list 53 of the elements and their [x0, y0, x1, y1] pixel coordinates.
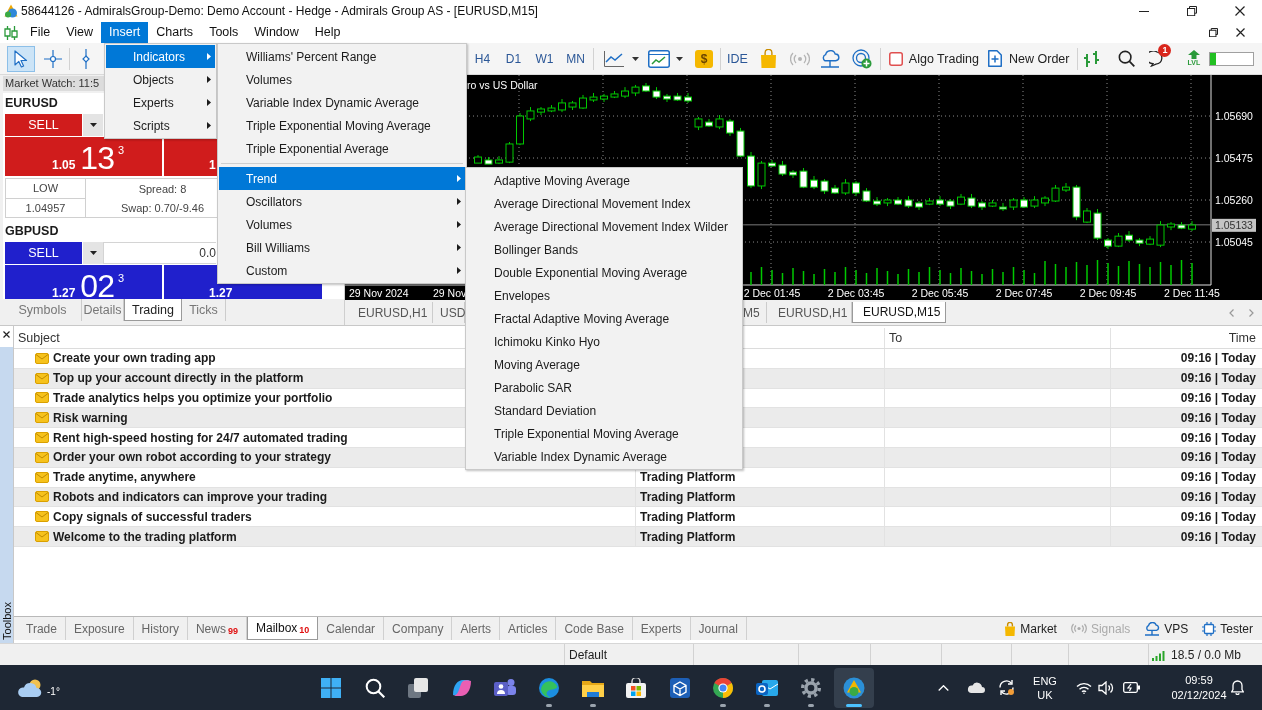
column-header: Time [1227, 330, 1257, 347]
message-time: 09:16 | Today [1180, 489, 1256, 504]
symbol-name: GBPUSD [5, 224, 59, 238]
message-subject: Trade anytime, anywhere [53, 470, 196, 485]
message-sender: Trading Platform [640, 470, 736, 485]
message-time: 09:16 | Today [1180, 410, 1256, 425]
message-sender: Trading Platform [640, 509, 736, 524]
panel-title: Toolbox [0, 602, 13, 640]
temperature-label: -1° [47, 686, 60, 697]
price-label: 1.05045 [1215, 236, 1253, 248]
message-time: 09:16 | Today [1180, 509, 1256, 524]
message-subject: Robots and indicators can improve your trading [53, 489, 328, 504]
spread-label: Spread: 8 [138, 182, 187, 195]
message-subject: Rent high-speed hosting for 24/7 automated trading [53, 430, 348, 445]
profile-label: Default [569, 647, 608, 662]
time-label: 2 Dec 07:45 [995, 287, 1053, 299]
time-label: 29 Nov 2024 [349, 287, 409, 299]
message-time: 09:16 | Today [1180, 470, 1256, 485]
message-time: 09:16 | Today [1180, 391, 1256, 405]
price-label: 1.05260 [1215, 194, 1253, 206]
window-title: 58644126 - AdmiralsGroup-Demo: Demo Account - Hedge - Admirals Group AS - [EURUSD,M15] [21, 4, 538, 18]
message-subject: Risk warning [53, 410, 128, 425]
message-subject: Top up your account directly in the platform [53, 371, 304, 386]
message-time: 09:16 | Today [1180, 450, 1256, 465]
time-label: 2 Dec 03:45 [827, 287, 885, 299]
price-label: 1.05475 [1215, 152, 1253, 164]
swap-label: Swap: 0.70/-9.46 [120, 201, 205, 214]
message-sender: Trading Platform [640, 529, 736, 544]
time-label: 2 Dec 05:45 [911, 287, 969, 299]
symbol-name: EURUSD [5, 96, 58, 110]
message-sender: Trading Platform [640, 489, 736, 504]
time-label: 29 Nov [433, 287, 467, 299]
message-time: 09:16 | Today [1180, 371, 1256, 386]
message-subject: Trade analytics helps you optimize your portfolio [53, 391, 333, 405]
message-subject: Order your own robot according to your strategy [53, 450, 332, 465]
message-subject: Welcome to the trading platform [53, 529, 237, 544]
message-subject: Copy signals of successful traders [53, 509, 252, 524]
time-label: 2 Dec 11:45 [1164, 287, 1220, 299]
message-subject: Create your own trading app [53, 351, 216, 366]
message-time: 09:16 | Today [1180, 529, 1256, 544]
time-label: 2 Dec 09:45 [1079, 287, 1137, 299]
chart-title: ro vs US Dollar [467, 79, 538, 91]
unread-count: 99 [227, 626, 238, 636]
time-label: 2 Dec 01:45 [743, 287, 801, 299]
price-label: 1.05690 [1215, 110, 1253, 122]
message-time: 09:16 | Today [1180, 430, 1256, 445]
unread-count: 10 [299, 625, 310, 635]
traffic-label: 18.5 / 0.0 Mb [1171, 647, 1242, 662]
message-time: 09:16 | Today [1180, 351, 1256, 366]
column-header: To [885, 328, 1111, 348]
notification-badge: 1 [1158, 43, 1172, 57]
stat-value: 1.04957 [24, 200, 67, 216]
stat-label: LOW [6, 179, 85, 199]
